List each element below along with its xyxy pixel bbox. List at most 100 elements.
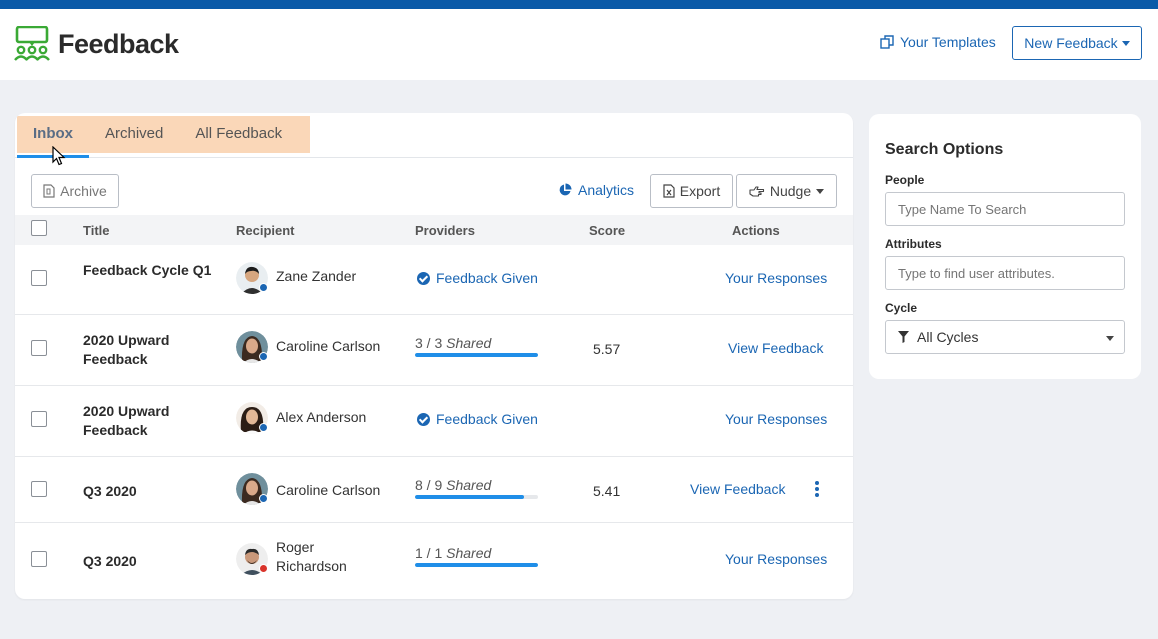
status-dot (259, 564, 268, 573)
search-options-title: Search Options (885, 141, 1004, 158)
attributes-search-input[interactable] (885, 256, 1125, 290)
feedback-title: Feedback Cycle Q1 (83, 262, 212, 278)
recipient-name[interactable]: Roger Richardson (276, 538, 386, 576)
check-circle-icon (417, 412, 430, 426)
column-header-recipient[interactable]: Recipient (236, 223, 295, 238)
your-responses-link[interactable]: Your Responses (725, 551, 827, 567)
shared-progress-bar (415, 563, 538, 567)
tab-all-feedback-label: All Feedback (195, 125, 283, 142)
table-row: Q3 2020 Roger Richardson 1 / 1 Shared Yo… (15, 523, 853, 599)
attributes-label: Attributes (885, 237, 942, 251)
archive-file-icon (43, 184, 55, 198)
cycle-selected-value: All Cycles (917, 329, 979, 345)
your-templates-label: Your Templates (900, 34, 996, 50)
table-row: 2020 Upward Feedback Caroline Carlson 3 … (15, 315, 853, 386)
tabs-bar: Inbox Archived All Feedback (15, 113, 853, 166)
tab-archived[interactable]: Archived (89, 116, 179, 153)
status-dot (259, 283, 268, 292)
more-options-icon[interactable] (815, 481, 819, 497)
archive-button[interactable]: Archive (31, 174, 119, 208)
row-checkbox[interactable] (31, 481, 47, 497)
app-title: Feedback (58, 29, 179, 59)
feedback-given-label: Feedback Given (436, 270, 538, 286)
search-options-panel: Search Options People Attributes Cycle A… (869, 114, 1141, 379)
filter-icon (898, 331, 909, 343)
top-accent-bar (0, 0, 1158, 9)
export-label: Export (679, 183, 721, 199)
analytics-link[interactable]: Analytics (558, 182, 634, 198)
check-circle-icon (417, 271, 430, 285)
export-button[interactable]: Export (650, 174, 733, 208)
column-header-providers[interactable]: Providers (415, 223, 475, 238)
shared-progress: 8 / 9 Shared (415, 477, 538, 499)
feedback-given-label: Feedback Given (436, 411, 538, 427)
shared-label: Shared (446, 335, 492, 351)
caret-down-icon (1106, 336, 1114, 341)
row-checkbox[interactable] (31, 411, 47, 427)
nudge-button[interactable]: Nudge (736, 174, 837, 208)
row-checkbox[interactable] (31, 270, 47, 286)
caret-down-icon (1121, 40, 1130, 46)
shared-count: 3 / 3 (415, 335, 443, 351)
feedback-title: 2020 Upward Feedback (83, 403, 170, 438)
caret-down-icon (816, 188, 825, 194)
table-header-row: Title Recipient Providers Score Actions (15, 215, 853, 245)
recipient-name[interactable]: Alex Anderson (276, 408, 366, 427)
app-header: Feedback Your Templates New Feedback (0, 9, 1158, 80)
row-checkbox[interactable] (31, 340, 47, 356)
table-row: 2020 Upward Feedback Alex Anderson Feedb… (15, 386, 853, 457)
feedback-list-card: Inbox Archived All Feedback Archive Anal… (15, 113, 853, 599)
mouse-cursor-icon (52, 146, 66, 166)
shared-count: 8 / 9 (415, 477, 443, 493)
select-all-checkbox[interactable] (31, 220, 47, 236)
your-templates-link[interactable]: Your Templates (880, 34, 996, 50)
row-checkbox[interactable] (31, 551, 47, 567)
recipient-name[interactable]: Caroline Carlson (276, 481, 380, 500)
feedback-given-status: Feedback Given (417, 411, 538, 427)
new-feedback-button[interactable]: New Feedback (1012, 26, 1142, 60)
table-row: Q3 2020 Caroline Carlson 8 / 9 Shared 5.… (15, 457, 853, 523)
recipient-name[interactable]: Zane Zander (276, 267, 356, 286)
people-search-input[interactable] (885, 192, 1125, 226)
shared-label: Shared (446, 477, 492, 493)
shared-progress-fill (415, 353, 538, 357)
view-feedback-link[interactable]: View Feedback (728, 340, 823, 356)
score-value: 5.57 (593, 341, 621, 357)
view-feedback-link[interactable]: View Feedback (690, 481, 785, 497)
tab-archived-label: Archived (105, 125, 164, 142)
shared-progress: 1 / 1 Shared (415, 545, 538, 567)
your-responses-link[interactable]: Your Responses (725, 270, 827, 286)
pointing-hand-icon (749, 186, 764, 197)
feedback-logo-icon (14, 26, 50, 61)
shared-progress: 3 / 3 Shared (415, 335, 538, 357)
feedback-title: Q3 2020 (83, 483, 137, 499)
your-responses-link[interactable]: Your Responses (725, 411, 827, 427)
feedback-title: Q3 2020 (83, 553, 137, 569)
feedback-given-status: Feedback Given (417, 270, 538, 286)
score-value: 5.41 (593, 483, 621, 499)
pie-chart-icon (559, 183, 572, 196)
new-feedback-label: New Feedback (1024, 35, 1118, 51)
recipient-name[interactable]: Caroline Carlson (276, 337, 380, 356)
column-header-title[interactable]: Title (83, 223, 110, 238)
shared-progress-bar (415, 495, 538, 499)
shared-progress-fill (415, 495, 525, 499)
column-header-actions: Actions (732, 223, 780, 238)
tab-inbox-label: Inbox (33, 125, 73, 142)
shared-progress-bar (415, 353, 538, 357)
shared-label: Shared (446, 545, 492, 561)
shared-progress-fill (415, 563, 538, 567)
nudge-label: Nudge (769, 183, 812, 199)
excel-file-icon (663, 184, 675, 198)
people-label: People (885, 173, 925, 187)
table-row: Feedback Cycle Q1 Zane Zander Feedback G… (15, 245, 853, 315)
cycle-select[interactable]: All Cycles (885, 320, 1125, 354)
analytics-label: Analytics (578, 182, 635, 198)
status-dot (259, 352, 268, 361)
shared-count: 1 / 1 (415, 545, 443, 561)
archive-label: Archive (60, 183, 107, 199)
status-dot (259, 494, 268, 503)
status-dot (259, 423, 268, 432)
column-header-score[interactable]: Score (589, 223, 625, 238)
tab-all-feedback[interactable]: All Feedback (179, 116, 298, 153)
